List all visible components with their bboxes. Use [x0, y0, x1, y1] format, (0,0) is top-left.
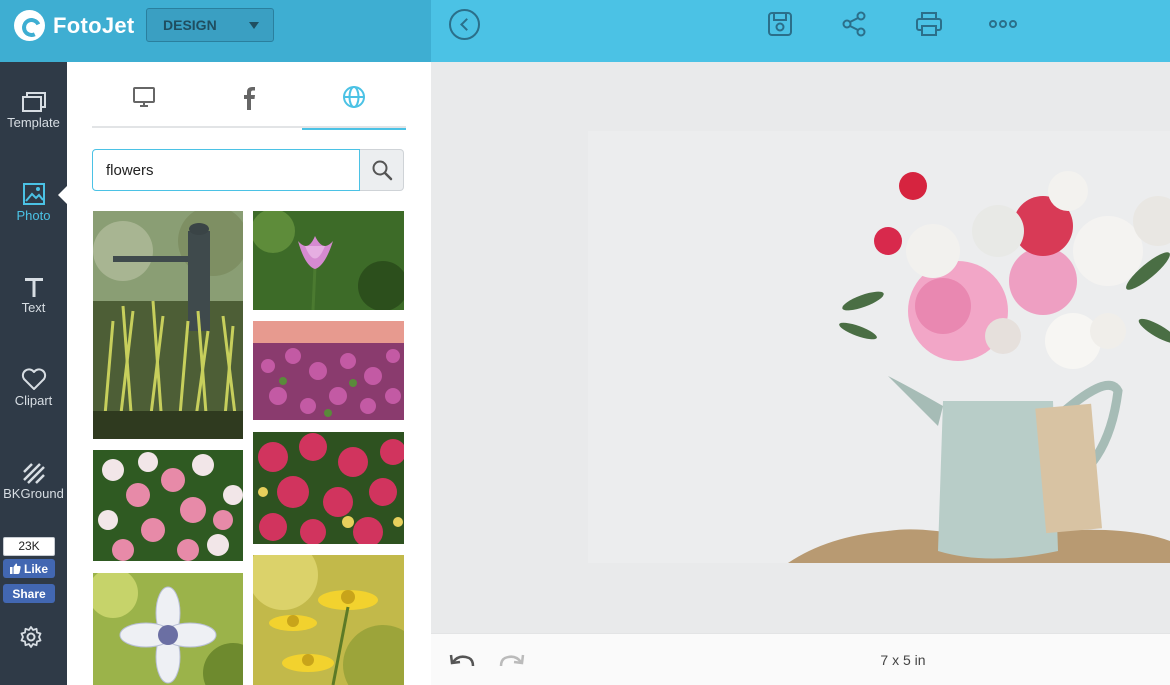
globe-icon — [343, 86, 365, 108]
logo-text: FotoJet — [53, 12, 135, 38]
canvas-size-label: 7 x 5 in — [880, 652, 926, 668]
more-button[interactable] — [989, 10, 1017, 38]
background-icon — [22, 456, 46, 484]
photo-thumbnail[interactable] — [93, 211, 243, 439]
settings-button[interactable] — [19, 625, 43, 649]
top-bar-right — [431, 0, 1170, 62]
computer-icon — [133, 87, 155, 107]
photo-thumbnail[interactable] — [93, 573, 243, 685]
pink-tulip-image — [253, 211, 404, 310]
search-button[interactable] — [360, 149, 404, 191]
yellow-daisies-image — [253, 555, 404, 685]
photo-thumbnail[interactable] — [253, 211, 404, 310]
facebook-like-count: 23K — [3, 537, 55, 556]
pink-roses-image — [93, 450, 243, 561]
fotojet-logo-icon — [14, 10, 45, 41]
rail-item-template[interactable]: Template — [0, 85, 67, 155]
mode-dropdown[interactable]: DESIGN — [146, 8, 274, 42]
photo-thumbnail[interactable] — [253, 321, 404, 420]
photo-icon — [22, 178, 46, 206]
text-icon — [24, 270, 44, 298]
facebook-like-button[interactable]: Like — [3, 559, 55, 578]
facebook-like-label: Like — [23, 561, 48, 576]
facebook-icon — [244, 87, 255, 110]
facebook-share-label: Share — [12, 586, 46, 601]
heart-icon — [21, 363, 47, 391]
gear-icon — [20, 626, 42, 648]
app-logo[interactable]: FotoJet — [14, 10, 135, 41]
pink-heather-image — [253, 321, 404, 420]
more-icon — [989, 20, 1017, 28]
rail-item-clipart[interactable]: Clipart — [0, 363, 67, 433]
back-button[interactable] — [449, 9, 480, 40]
tab-web[interactable] — [302, 80, 406, 130]
rail-item-label: Text — [21, 300, 46, 315]
save-icon — [768, 12, 792, 36]
canvas-photo[interactable] — [588, 131, 1170, 563]
photo-thumbnail[interactable] — [253, 555, 404, 685]
search-input[interactable] — [92, 149, 360, 191]
thumbs-up-icon — [9, 563, 21, 574]
chevron-down-icon — [249, 22, 259, 29]
source-tabs — [92, 80, 406, 130]
tab-computer[interactable] — [92, 80, 196, 128]
photo-thumbnail[interactable] — [93, 450, 243, 561]
statue-grass-image — [93, 211, 243, 439]
rail-item-label: Clipart — [14, 393, 53, 408]
template-icon — [21, 85, 47, 113]
share-button[interactable] — [840, 10, 868, 38]
rail-item-label: Template — [7, 115, 60, 130]
rail-item-photo[interactable]: Photo — [0, 178, 67, 248]
rail-item-label: BKGround — [3, 486, 64, 501]
print-icon — [916, 12, 942, 36]
rail-item-label: Photo — [16, 208, 51, 223]
save-button[interactable] — [766, 10, 794, 38]
print-button[interactable] — [915, 10, 943, 38]
share-icon — [842, 11, 866, 37]
rail-item-bkground[interactable]: BKGround — [0, 456, 67, 526]
tab-facebook[interactable] — [197, 80, 301, 128]
mode-dropdown-label: DESIGN — [163, 17, 217, 33]
white-flower-image — [93, 573, 243, 685]
facebook-share-button[interactable]: Share — [3, 584, 55, 603]
flowers-in-jug-image — [588, 131, 1170, 563]
search-icon — [372, 160, 392, 181]
photo-panel — [67, 62, 431, 685]
red-chrysanthemums-image — [253, 432, 404, 544]
photo-thumbnail[interactable] — [253, 432, 404, 544]
rail-item-text[interactable]: Text — [0, 270, 67, 340]
